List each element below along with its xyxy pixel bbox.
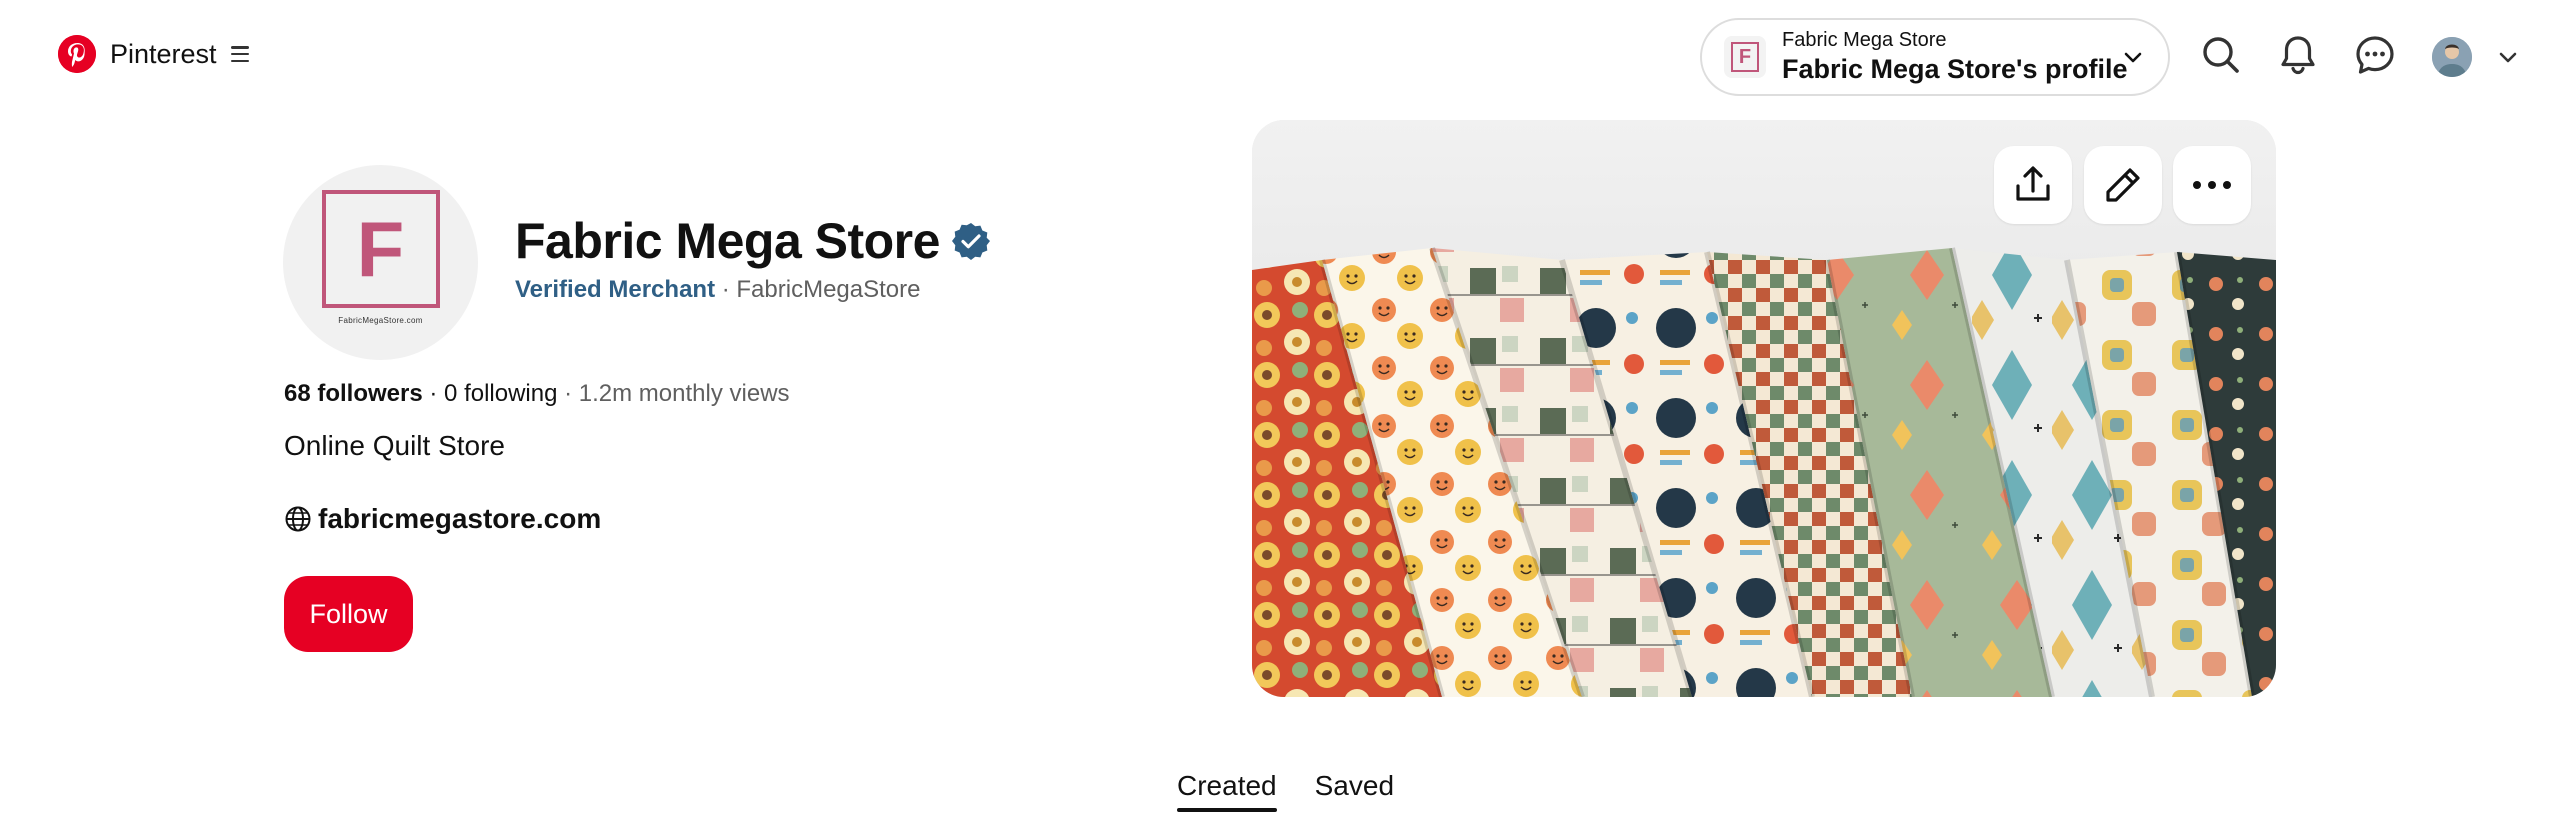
tab-saved[interactable]: Saved xyxy=(1315,770,1394,810)
profile-bio: Online Quilt Store xyxy=(284,430,505,461)
profile-name-text: Fabric Mega Store xyxy=(515,213,940,269)
account-profile-label: Fabric Mega Store's profile xyxy=(1782,54,2128,84)
share-button[interactable] xyxy=(1994,146,2072,224)
verified-badge-icon xyxy=(951,223,990,260)
account-name: Fabric Mega Store xyxy=(1782,29,1947,51)
separator: · xyxy=(422,380,445,407)
profile-logo-caption: FabricMegaStore.com xyxy=(338,316,423,325)
pinterest-logo-icon xyxy=(58,35,96,73)
merchant-line: Verified Merchant · FabricMegaStore xyxy=(515,276,920,304)
website-text: fabricmegastore.com xyxy=(318,503,602,534)
share-icon xyxy=(2016,166,2050,201)
profile-logo: F xyxy=(321,190,440,308)
edit-icon xyxy=(2106,168,2140,202)
notifications-icon[interactable] xyxy=(2276,33,2320,77)
chevron-down-icon xyxy=(2124,52,2142,63)
profile-tabs: Created Saved xyxy=(1177,770,1432,812)
account-switcher[interactable]: F Fabric Mega Store Fabric Mega Store's … xyxy=(1700,18,2170,96)
tab-created[interactable]: Created xyxy=(1177,770,1277,812)
profile-name: Fabric Mega Store xyxy=(515,212,990,270)
profile-avatar: F FabricMegaStore.com xyxy=(283,165,478,360)
globe-icon xyxy=(285,506,311,532)
profile-logo-letter: F xyxy=(356,204,405,293)
search-icon[interactable] xyxy=(2199,33,2243,77)
follow-button[interactable]: Follow xyxy=(284,576,413,652)
chevron-down-icon[interactable] xyxy=(2497,46,2519,68)
following-count[interactable]: 0 following xyxy=(444,380,557,407)
pinterest-home-link[interactable]: Pinterest xyxy=(58,35,249,73)
separator: · xyxy=(557,380,579,407)
website-link[interactable]: fabricmegastore.com xyxy=(284,503,601,535)
followers-count[interactable]: 68 followers xyxy=(284,380,423,407)
account-thumbnail-letter: F xyxy=(1731,42,1759,72)
verified-merchant-link[interactable]: Verified Merchant xyxy=(515,276,715,303)
menu-icon[interactable] xyxy=(230,46,249,62)
username: FabricMegaStore xyxy=(736,276,921,303)
brand-name: Pinterest xyxy=(110,38,217,69)
cover-image xyxy=(1252,120,2276,697)
separator: · xyxy=(715,276,737,303)
messages-icon[interactable] xyxy=(2353,33,2397,77)
monthly-views: 1.2m monthly views xyxy=(578,380,790,407)
account-thumbnail: F xyxy=(1724,36,1766,78)
edit-button[interactable] xyxy=(2084,146,2162,224)
avatar[interactable] xyxy=(2432,37,2472,77)
more-icon xyxy=(2193,181,2231,189)
more-options-button[interactable] xyxy=(2173,146,2251,224)
profile-stats: 68 followers · 0 following · 1.2m monthl… xyxy=(284,380,790,408)
